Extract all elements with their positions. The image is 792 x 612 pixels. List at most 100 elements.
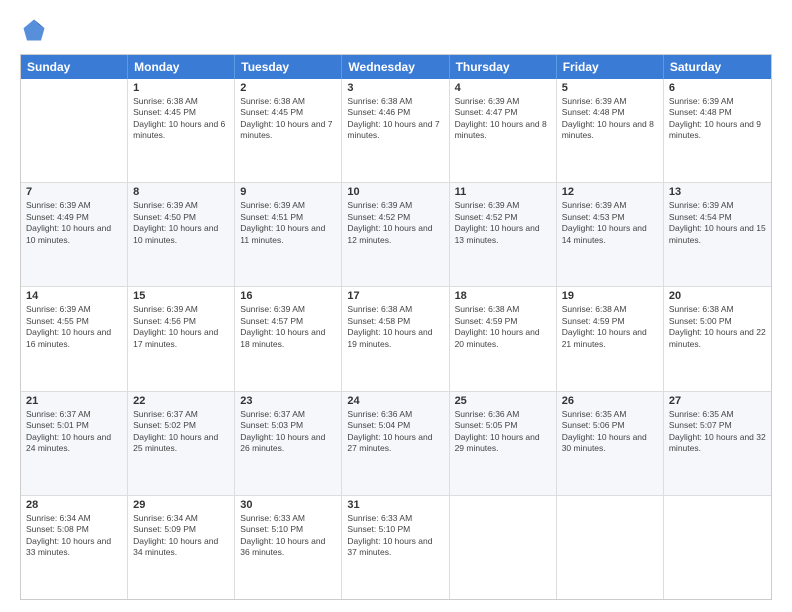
calendar-cell: 13 Sunrise: 6:39 AM Sunset: 4:54 PM Dayli… — [664, 183, 771, 286]
day-number: 2 — [240, 82, 336, 94]
day-number: 18 — [455, 290, 551, 302]
day-number: 20 — [669, 290, 766, 302]
calendar-cell: 8Sunrise: 6:39 AM Sunset: 4:50 PM Daylig… — [128, 183, 235, 286]
day-info: Sunrise: 6:37 AM Sunset: 5:02 PM Dayligh… — [133, 409, 229, 455]
day-info: Sunrise: 6:39 AM Sunset: 4:48 PM Dayligh… — [669, 96, 766, 142]
day-number: 14 — [26, 290, 122, 302]
day-info: Sunrise: 6:39 AM Sunset: 4:50 PM Dayligh… — [133, 200, 229, 246]
day-info: Sunrise: 6:34 AM Sunset: 5:09 PM Dayligh… — [133, 513, 229, 559]
calendar-cell: 14 Sunrise: 6:39 AM Sunset: 4:55 PM Dayli… — [21, 287, 128, 390]
calendar-cell: 31 Sunrise: 6:33 AM Sunset: 5:10 PM Dayli… — [342, 496, 449, 599]
day-info: Sunrise: 6:36 AM Sunset: 5:04 PM Dayligh… — [347, 409, 443, 455]
day-info: Sunrise: 6:38 AM Sunset: 5:00 PM Dayligh… — [669, 304, 766, 350]
day-info: Sunrise: 6:39 AM Sunset: 4:57 PM Dayligh… — [240, 304, 336, 350]
day-info: Sunrise: 6:37 AM Sunset: 5:01 PM Dayligh… — [26, 409, 122, 455]
day-number: 16 — [240, 290, 336, 302]
day-info: Sunrise: 6:39 AM Sunset: 4:56 PM Dayligh… — [133, 304, 229, 350]
day-info: Sunrise: 6:38 AM Sunset: 4:45 PM Dayligh… — [133, 96, 229, 142]
day-number: 13 — [669, 186, 766, 198]
weekday-header: Monday — [128, 55, 235, 79]
day-number: 22 — [133, 395, 229, 407]
day-info: Sunrise: 6:38 AM Sunset: 4:59 PM Dayligh… — [562, 304, 658, 350]
day-info: Sunrise: 6:35 AM Sunset: 5:07 PM Dayligh… — [669, 409, 766, 455]
day-number: 6 — [669, 82, 766, 94]
day-number: 17 — [347, 290, 443, 302]
day-number: 7 — [26, 186, 122, 198]
day-number: 12 — [562, 186, 658, 198]
day-number: 31 — [347, 499, 443, 511]
calendar-cell: 24Sunrise: 6:36 AM Sunset: 5:04 PM Dayli… — [342, 392, 449, 495]
calendar-cell: 2Sunrise: 6:38 AM Sunset: 4:45 PM Daylig… — [235, 79, 342, 182]
day-info: Sunrise: 6:39 AM Sunset: 4:52 PM Dayligh… — [347, 200, 443, 246]
calendar-cell — [21, 79, 128, 182]
day-info: Sunrise: 6:39 AM Sunset: 4:48 PM Dayligh… — [562, 96, 658, 142]
day-info: Sunrise: 6:39 AM Sunset: 4:52 PM Dayligh… — [455, 200, 551, 246]
calendar-cell: 1 Sunrise: 6:38 AM Sunset: 4:45 PM Daylig… — [128, 79, 235, 182]
day-info: Sunrise: 6:33 AM Sunset: 5:10 PM Dayligh… — [240, 513, 336, 559]
header — [20, 16, 772, 44]
day-info: Sunrise: 6:39 AM Sunset: 4:54 PM Dayligh… — [669, 200, 766, 246]
day-number: 27 — [669, 395, 766, 407]
calendar-cell: 30Sunrise: 6:33 AM Sunset: 5:10 PM Dayli… — [235, 496, 342, 599]
day-number: 23 — [240, 395, 336, 407]
weekday-header: Tuesday — [235, 55, 342, 79]
calendar-row: 21 Sunrise: 6:37 AM Sunset: 5:01 PM Dayli… — [21, 392, 771, 496]
day-number: 4 — [455, 82, 551, 94]
day-info: Sunrise: 6:38 AM Sunset: 4:46 PM Dayligh… — [347, 96, 443, 142]
day-number: 5 — [562, 82, 658, 94]
day-number: 9 — [240, 186, 336, 198]
calendar-cell: 26 Sunrise: 6:35 AM Sunset: 5:06 PM Dayli… — [557, 392, 664, 495]
day-number: 11 — [455, 186, 551, 198]
calendar-cell: 5 Sunrise: 6:39 AM Sunset: 4:48 PM Daylig… — [557, 79, 664, 182]
day-number: 21 — [26, 395, 122, 407]
day-number: 1 — [133, 82, 229, 94]
calendar-cell: 22 Sunrise: 6:37 AM Sunset: 5:02 PM Dayli… — [128, 392, 235, 495]
calendar-cell: 28 Sunrise: 6:34 AM Sunset: 5:08 PM Dayli… — [21, 496, 128, 599]
day-info: Sunrise: 6:34 AM Sunset: 5:08 PM Dayligh… — [26, 513, 122, 559]
calendar-row: 1 Sunrise: 6:38 AM Sunset: 4:45 PM Daylig… — [21, 79, 771, 183]
day-number: 19 — [562, 290, 658, 302]
calendar-row: 14 Sunrise: 6:39 AM Sunset: 4:55 PM Dayli… — [21, 287, 771, 391]
calendar-cell: 18 Sunrise: 6:38 AM Sunset: 4:59 PM Dayli… — [450, 287, 557, 390]
calendar-cell: 10 Sunrise: 6:39 AM Sunset: 4:52 PM Dayli… — [342, 183, 449, 286]
calendar-cell — [557, 496, 664, 599]
calendar-cell: 29 Sunrise: 6:34 AM Sunset: 5:09 PM Dayli… — [128, 496, 235, 599]
day-info: Sunrise: 6:38 AM Sunset: 4:59 PM Dayligh… — [455, 304, 551, 350]
logo — [20, 16, 52, 44]
calendar-header: SundayMondayTuesdayWednesdayThursdayFrid… — [21, 55, 771, 79]
page: SundayMondayTuesdayWednesdayThursdayFrid… — [0, 0, 792, 612]
calendar-cell: 19 Sunrise: 6:38 AM Sunset: 4:59 PM Dayli… — [557, 287, 664, 390]
day-info: Sunrise: 6:39 AM Sunset: 4:51 PM Dayligh… — [240, 200, 336, 246]
calendar-cell: 27 Sunrise: 6:35 AM Sunset: 5:07 PM Dayli… — [664, 392, 771, 495]
day-number: 10 — [347, 186, 443, 198]
calendar-cell: 3 Sunrise: 6:38 AM Sunset: 4:46 PM Daylig… — [342, 79, 449, 182]
weekday-header: Saturday — [664, 55, 771, 79]
calendar-cell: 6 Sunrise: 6:39 AM Sunset: 4:48 PM Daylig… — [664, 79, 771, 182]
day-info: Sunrise: 6:39 AM Sunset: 4:47 PM Dayligh… — [455, 96, 551, 142]
weekday-header: Friday — [557, 55, 664, 79]
day-info: Sunrise: 6:36 AM Sunset: 5:05 PM Dayligh… — [455, 409, 551, 455]
weekday-header: Wednesday — [342, 55, 449, 79]
day-number: 26 — [562, 395, 658, 407]
calendar-cell — [450, 496, 557, 599]
calendar-body: 1 Sunrise: 6:38 AM Sunset: 4:45 PM Daylig… — [21, 79, 771, 599]
day-info: Sunrise: 6:39 AM Sunset: 4:49 PM Dayligh… — [26, 200, 122, 246]
day-info: Sunrise: 6:37 AM Sunset: 5:03 PM Dayligh… — [240, 409, 336, 455]
day-number: 3 — [347, 82, 443, 94]
calendar-cell: 15 Sunrise: 6:39 AM Sunset: 4:56 PM Dayli… — [128, 287, 235, 390]
day-number: 15 — [133, 290, 229, 302]
day-info: Sunrise: 6:35 AM Sunset: 5:06 PM Dayligh… — [562, 409, 658, 455]
day-number: 28 — [26, 499, 122, 511]
calendar-cell: 25 Sunrise: 6:36 AM Sunset: 5:05 PM Dayli… — [450, 392, 557, 495]
logo-icon — [20, 16, 48, 44]
day-number: 29 — [133, 499, 229, 511]
weekday-header: Thursday — [450, 55, 557, 79]
day-info: Sunrise: 6:33 AM Sunset: 5:10 PM Dayligh… — [347, 513, 443, 559]
calendar-cell: 11 Sunrise: 6:39 AM Sunset: 4:52 PM Dayli… — [450, 183, 557, 286]
calendar-cell: 23 Sunrise: 6:37 AM Sunset: 5:03 PM Dayli… — [235, 392, 342, 495]
calendar-cell: 20 Sunrise: 6:38 AM Sunset: 5:00 PM Dayli… — [664, 287, 771, 390]
day-number: 25 — [455, 395, 551, 407]
day-info: Sunrise: 6:38 AM Sunset: 4:58 PM Dayligh… — [347, 304, 443, 350]
day-info: Sunrise: 6:39 AM Sunset: 4:55 PM Dayligh… — [26, 304, 122, 350]
calendar-cell: 12Sunrise: 6:39 AM Sunset: 4:53 PM Dayli… — [557, 183, 664, 286]
